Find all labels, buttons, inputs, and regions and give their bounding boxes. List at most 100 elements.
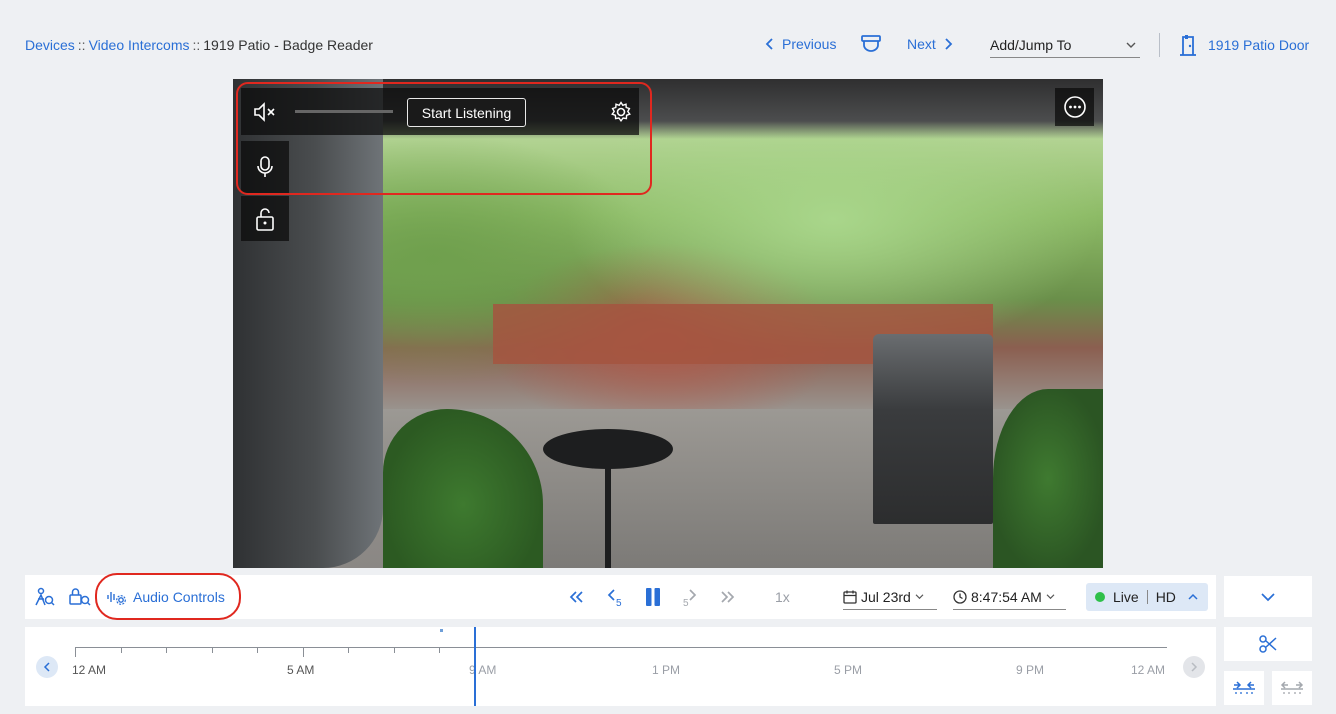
timeline-label: 9 PM <box>1016 663 1045 677</box>
chevron-left-icon <box>765 38 773 50</box>
more-options-button[interactable] <box>1055 88 1094 126</box>
rewind-5s-button[interactable]: 5 <box>603 585 627 609</box>
double-chevron-right-icon <box>721 591 735 603</box>
playback-controls: Audio Controls 5 5 1x Jul 23rd 8:47:54 A… <box>25 573 1216 620</box>
svg-text:5: 5 <box>683 598 689 607</box>
person-search-icon <box>35 587 55 606</box>
next-label: Next <box>907 36 936 52</box>
time-value: 8:47:54 AM <box>971 588 1042 605</box>
skip-forward-button <box>716 585 740 609</box>
live-status-dot <box>1095 592 1105 602</box>
add-jump-to-select[interactable]: Add/Jump To <box>990 37 1140 58</box>
timeline-tick <box>303 647 304 657</box>
timeline-event-marker <box>440 629 443 632</box>
calendar-icon <box>843 590 857 604</box>
breadcrumb-video-intercoms-link[interactable]: Video Intercoms <box>89 37 190 53</box>
unlock-icon <box>256 207 274 231</box>
clock-icon <box>953 589 967 604</box>
timeline-zoom-out-button[interactable] <box>1272 671 1312 705</box>
timeline-tick <box>394 647 395 653</box>
timeline-forward-button <box>1183 656 1205 678</box>
camera-dome-icon[interactable] <box>860 34 882 54</box>
timeline-tick <box>348 647 349 653</box>
timeline-tick <box>166 647 167 653</box>
next-button[interactable]: Next <box>907 36 954 52</box>
video-table <box>543 429 673 469</box>
timeline-tick <box>439 647 440 653</box>
chevron-left-icon <box>43 662 50 672</box>
breadcrumb: Devices:: Video Intercoms:: 1919 Patio - B… <box>25 37 373 53</box>
video-grill <box>873 334 993 524</box>
timeline-tick <box>257 647 258 653</box>
playback-speed[interactable]: 1x <box>775 589 790 605</box>
timeline-zoom-in-button[interactable] <box>1224 671 1264 705</box>
forward-5-icon: 5 <box>683 589 697 607</box>
door-link[interactable]: 1919 Patio Door <box>1178 34 1309 56</box>
forward-5s-button: 5 <box>678 585 702 609</box>
pause-button[interactable] <box>641 585 665 609</box>
chevron-down-icon <box>1046 594 1055 600</box>
quality-label: HD <box>1155 589 1176 605</box>
header-divider <box>1159 33 1160 57</box>
timeline-label: 1 PM <box>652 663 681 677</box>
rewind-5-icon: 5 <box>607 589 622 607</box>
person-search-button[interactable] <box>32 585 56 609</box>
start-listening-button[interactable]: Start Listening <box>407 98 526 127</box>
previous-label: Previous <box>782 36 837 52</box>
door-icon <box>1180 35 1196 56</box>
timeline-tick <box>212 647 213 653</box>
video-player[interactable]: Start Listening <box>233 79 1103 568</box>
chevron-down-icon <box>1261 592 1275 601</box>
clip-button[interactable] <box>1224 627 1312 661</box>
chevron-down-icon <box>1126 42 1136 48</box>
timeline-back-button[interactable] <box>36 656 58 678</box>
timeline-label: 5 AM <box>287 663 315 677</box>
video-hedge-right <box>993 389 1103 568</box>
audio-controls-button[interactable]: Audio Controls <box>107 588 225 606</box>
timeline-tick <box>75 647 76 657</box>
timeline-label: 12 AM <box>1131 663 1166 677</box>
video-table-leg <box>605 464 611 568</box>
gear-icon <box>611 100 631 122</box>
mute-button[interactable] <box>241 88 289 135</box>
timeline-tick <box>121 647 122 653</box>
svg-text:5: 5 <box>616 598 622 607</box>
breadcrumb-devices-link[interactable]: Devices <box>25 37 75 53</box>
audio-settings-icon <box>107 592 126 605</box>
skip-back-button[interactable] <box>564 585 588 609</box>
chevron-right-icon <box>1191 662 1198 672</box>
microphone-icon <box>257 156 273 177</box>
timeline-label: 12 AM <box>72 663 107 677</box>
chevron-down-icon <box>915 594 924 600</box>
expand-panel-button[interactable] <box>1224 576 1312 617</box>
time-select[interactable]: 8:47:54 AM <box>953 584 1066 610</box>
live-separator <box>1146 590 1148 604</box>
volume-slider[interactable] <box>295 110 393 113</box>
timeline-playhead[interactable] <box>474 627 476 706</box>
timeline-axis <box>75 647 1167 648</box>
live-quality-toggle[interactable]: Live HD <box>1086 583 1208 611</box>
breadcrumb-separator: :: <box>192 37 201 53</box>
microphone-button[interactable] <box>241 141 289 193</box>
date-select[interactable]: Jul 23rd <box>843 584 937 610</box>
door-link-label: 1919 Patio Door <box>1208 37 1310 53</box>
pause-icon <box>646 588 660 606</box>
breadcrumb-separator: :: <box>77 37 86 53</box>
audio-controls-label: Audio Controls <box>133 589 225 605</box>
zoom-in-timeline-icon <box>1233 681 1255 694</box>
previous-button[interactable]: Previous <box>764 36 836 52</box>
add-jump-to-label: Add/Jump To <box>990 37 1072 53</box>
chevron-up-icon <box>1188 593 1198 600</box>
unlock-door-button[interactable] <box>241 196 289 241</box>
date-value: Jul 23rd <box>861 588 911 605</box>
timeline[interactable]: 12 AM 5 AM 9 AM 1 PM 5 PM 9 PM 12 AM <box>25 627 1216 706</box>
audio-settings-button[interactable] <box>601 88 641 135</box>
access-search-button[interactable] <box>68 585 92 609</box>
more-options-icon <box>1063 96 1086 118</box>
lock-search-icon <box>69 588 91 606</box>
live-label: Live <box>1113 589 1139 605</box>
speaker-muted-icon <box>254 101 275 122</box>
chevron-right-icon <box>945 38 953 50</box>
timeline-label: 5 PM <box>834 663 863 677</box>
breadcrumb-current: 1919 Patio - Badge Reader <box>203 37 373 53</box>
